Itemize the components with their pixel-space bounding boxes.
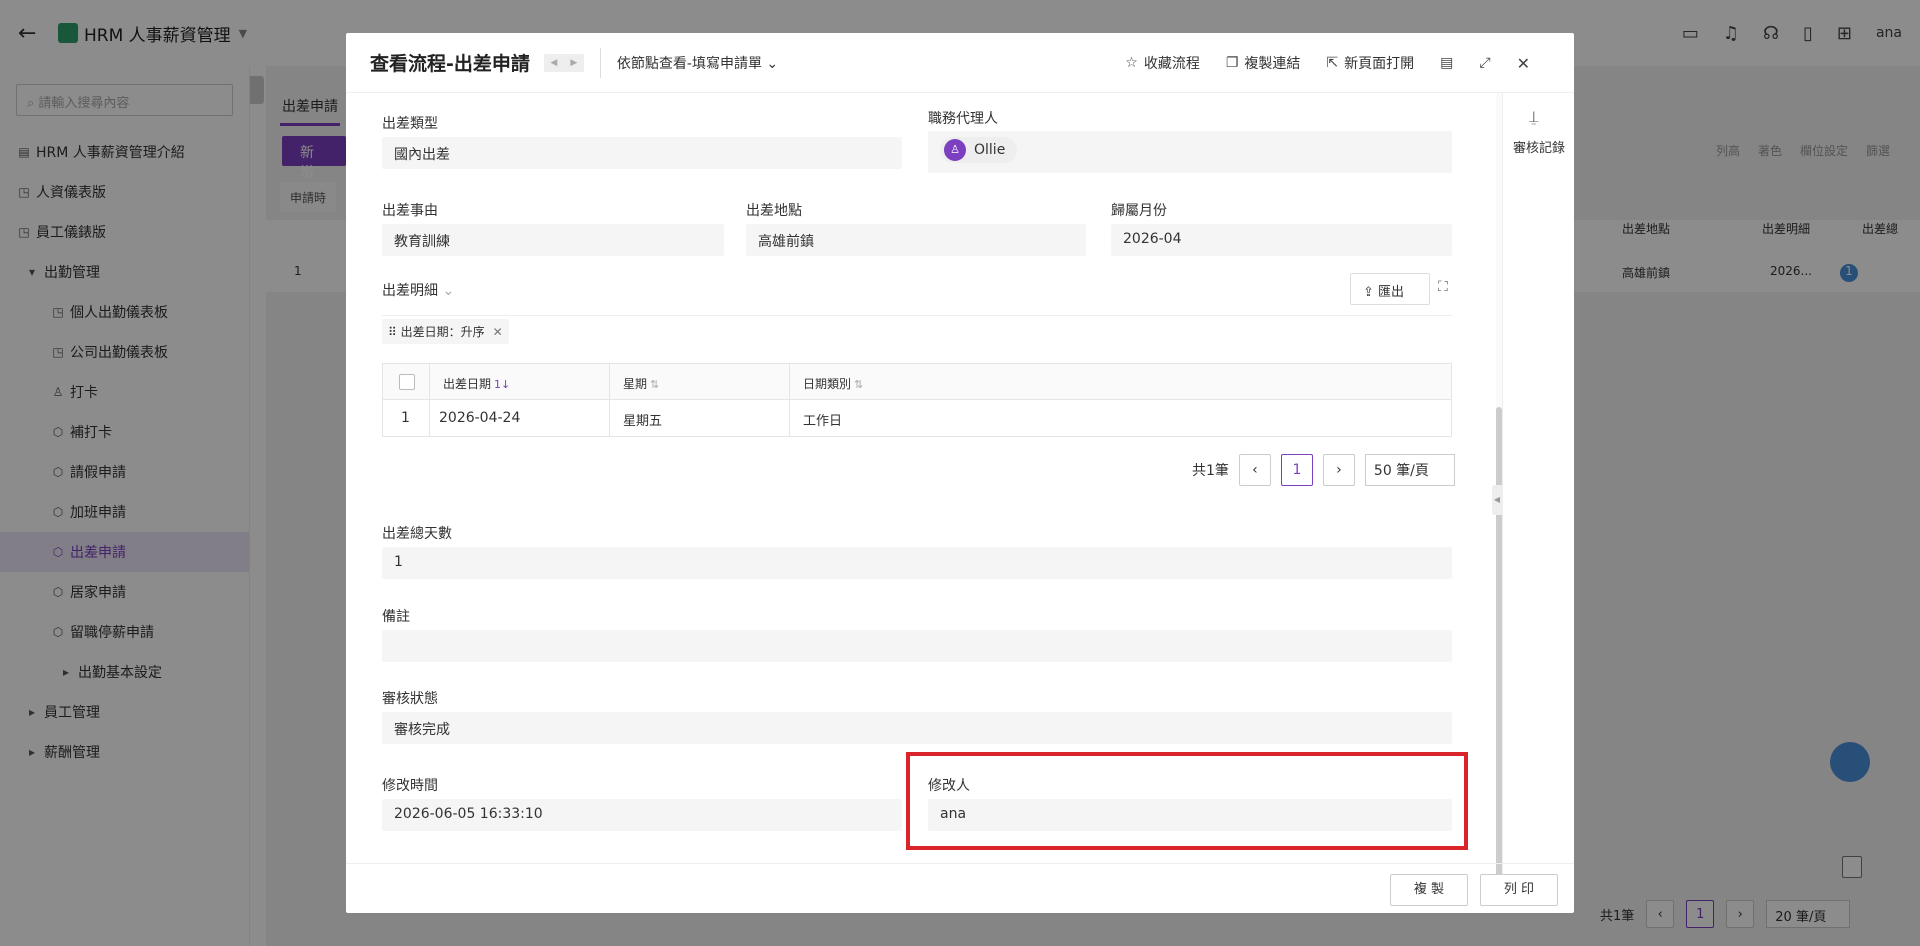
field-label: 審核狀態 [382,691,438,707]
table-header [383,364,1451,400]
reason-field: 教育訓練 [382,224,724,256]
total-count: 共1筆 [1192,463,1229,479]
column-divider [429,364,430,436]
open-new-page-button[interactable]: ⇱ 新頁面打開 [1326,53,1414,73]
prev-record-icon[interactable]: ◀ [550,58,557,68]
field-label: 職務代理人 [928,111,998,127]
column-divider [789,364,790,436]
right-panel: ⍊ 審核記錄 [1502,93,1574,895]
sort-icon[interactable]: 1↓ [494,378,510,391]
prev-page-button[interactable]: ‹ [1238,454,1271,486]
fullscreen-icon[interactable]: ⤢ [1479,55,1490,71]
agent-field: ♙ Ollie [928,131,1452,173]
modal-actions: ☆ 收藏流程 ❐ 複製連結 ⇱ 新頁面打開 ▤ ⤢ ✕ [1125,33,1530,93]
stamp-icon[interactable]: ⍊ [1529,107,1539,127]
close-icon[interactable]: ✕ [1517,54,1530,73]
next-record-icon[interactable]: ▶ [570,58,577,68]
favorite-button[interactable]: ☆ 收藏流程 [1125,53,1200,73]
star-icon: ☆ [1125,55,1138,71]
detail-pagination: 共1筆 ‹ 1 › 50 筆/頁 [1192,454,1455,486]
select-all-checkbox[interactable] [399,374,415,390]
sort-icon[interactable]: ⇅ [650,378,659,391]
row-index: 1 [401,410,410,426]
detail-table: 出差日期 1↓ 星期 ⇅ 日期類別 ⇅ 1 2026-04-24 星期五 工作日 [382,363,1452,437]
remark-field [382,630,1452,662]
copy-icon: ❐ [1225,55,1239,71]
column-divider [609,364,610,436]
next-page-button[interactable]: › [1322,454,1355,486]
trip-type-field: 國內出差 [382,137,902,169]
column-header-weekday[interactable]: 星期 ⇅ [623,375,659,392]
field-label: 歸屬月份 [1111,203,1167,219]
modal-footer: 複 製 列 印 [346,863,1574,913]
location-field: 高雄前鎮 [746,224,1086,256]
side-panel-icon[interactable]: ▤ [1440,55,1453,71]
panel-toggle-handle[interactable]: ◀ [1492,485,1502,515]
chevron-down-icon: ⌄ [442,283,455,299]
audit-record-tab[interactable]: 審核記錄 [1503,137,1575,156]
total-days-field: 1 [382,547,1452,579]
chevron-down-icon: ⌄ [766,55,779,72]
upload-icon: ⇪ [1363,285,1379,300]
sort-icon[interactable]: ⇅ [854,378,863,391]
column-header-type[interactable]: 日期類別 ⇅ [803,375,863,392]
cell-weekday: 星期五 [623,414,663,429]
month-field: 2026-04 [1111,224,1452,256]
field-label: 出差地點 [746,203,802,219]
external-link-icon: ⇱ [1326,55,1339,71]
cell-date: 2026-04-24 [439,410,521,426]
header-divider [599,47,601,78]
print-button[interactable]: 列 印 [1480,874,1558,906]
record-nav-arrows[interactable]: ◀ ▶ [543,53,584,72]
field-label: 修改時間 [382,778,438,794]
expand-icon[interactable]: ⛶ [1438,279,1448,295]
drag-handle-icon: ⠿ [388,325,401,339]
page-number[interactable]: 1 [1280,454,1313,486]
page-size-select[interactable]: 50 筆/頁 [1364,454,1455,486]
modified-time-field: 2026-06-05 16:33:10 [382,799,902,831]
avatar: ♙ [944,139,966,161]
field-label: 出差總天數 [382,526,452,542]
remove-icon[interactable]: ✕ [493,325,503,339]
sort-tag[interactable]: ⠿ 出差日期：升序 ✕ [382,319,509,344]
modal-title: 查看流程-出差申請 [370,53,530,75]
copy-button[interactable]: 複 製 [1390,874,1468,906]
view-mode-select[interactable]: 依節點查看-填寫申請單 ⌄ [617,53,778,73]
column-header-date[interactable]: 出差日期 1↓ [443,375,510,392]
status-field: 審核完成 [382,712,1452,744]
user-chip[interactable]: ♙ Ollie [940,137,1018,163]
detail-section-title[interactable]: 出差明細 ⌄ [382,280,454,300]
copy-link-button[interactable]: ❐ 複製連結 [1226,53,1301,73]
highlight-box [906,752,1468,850]
field-label: 備註 [382,609,410,625]
export-button[interactable]: ⇪ 匯出 [1350,273,1430,305]
field-label: 出差事由 [382,203,438,219]
divider [382,315,1452,316]
modal-header: 查看流程-出差申請 ◀ ▶ 依節點查看-填寫申請單 ⌄ ☆ 收藏流程 ❐ 複製連結 ⇱… [346,33,1574,93]
cell-date-type: 工作日 [803,414,843,429]
field-label: 出差類型 [382,116,438,132]
